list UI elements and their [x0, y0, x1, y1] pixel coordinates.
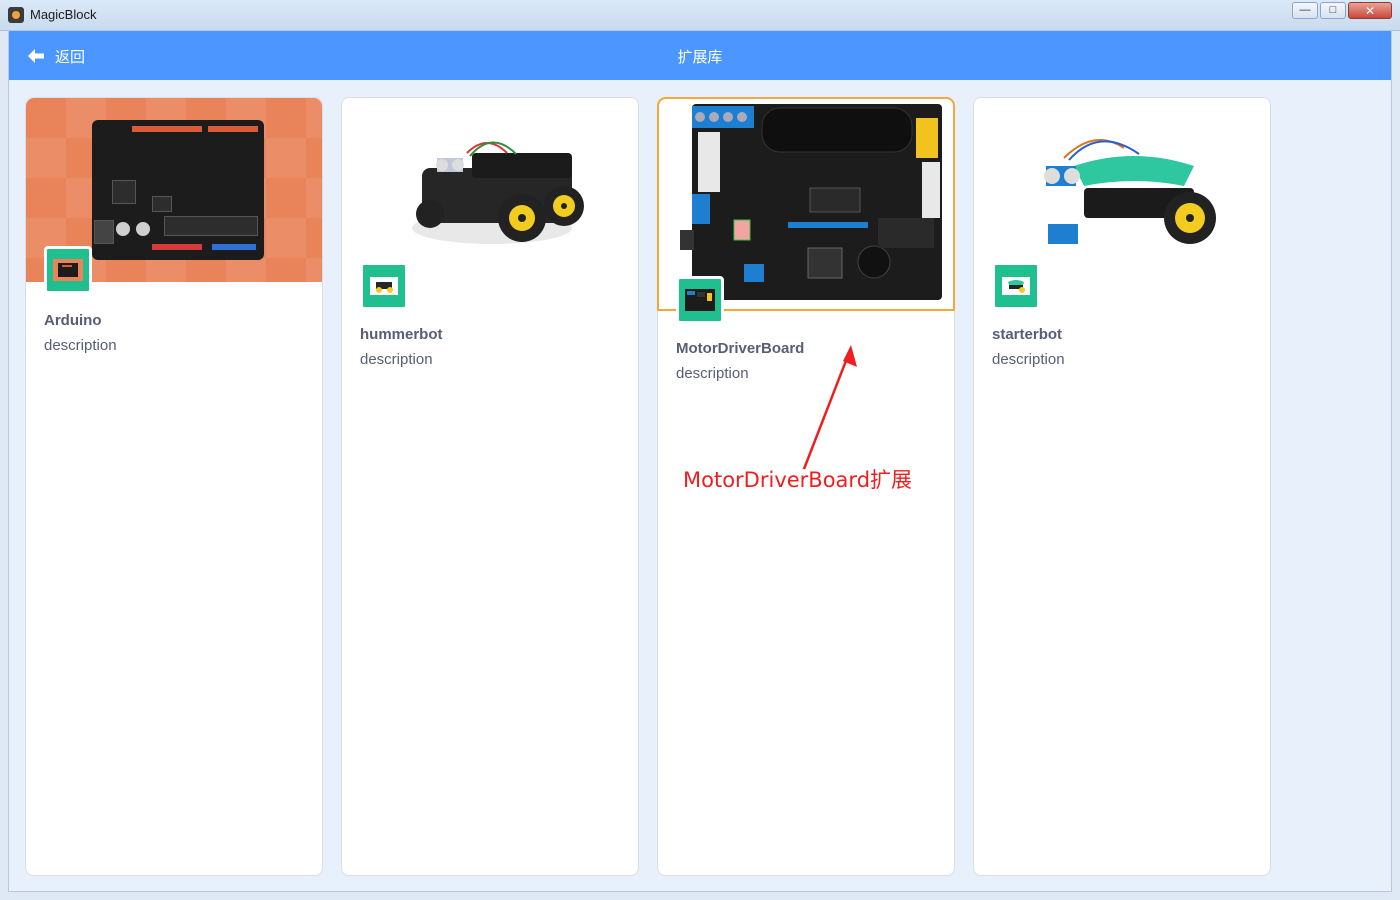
page-title: 扩展库	[677, 49, 723, 66]
minimize-icon: —	[1299, 4, 1311, 16]
starterbot-image	[1044, 139, 1216, 244]
maximize-icon: □	[1329, 4, 1337, 16]
card-title: MotorDriverBoard	[676, 340, 805, 357]
card-description: description	[44, 337, 117, 354]
maximize-button[interactable]: □	[1320, 2, 1346, 19]
window-titlebar: MagicBlock — □ ✕	[0, 0, 1400, 31]
extension-card-arduino[interactable]: Arduino description	[25, 97, 323, 876]
app-logo-icon	[8, 7, 24, 23]
close-button[interactable]: ✕	[1348, 2, 1392, 19]
extension-card-hummerbot[interactable]: hummerbot description	[341, 97, 639, 876]
annotation-label: MotorDriverBoard扩展	[683, 468, 913, 492]
card-title: hummerbot	[360, 326, 443, 343]
motor-driver-board-icon	[676, 276, 724, 324]
minimize-button[interactable]: —	[1292, 2, 1318, 19]
robot-car-icon	[360, 262, 408, 310]
card-description: description	[676, 365, 749, 382]
window-controls: — □ ✕	[1292, 2, 1392, 19]
annotation-arrow-icon	[802, 345, 857, 470]
library-header: 返回 扩展库	[9, 31, 1391, 80]
window-title: MagicBlock	[30, 7, 97, 22]
card-image	[974, 98, 1270, 282]
arduino-board-image	[92, 120, 264, 260]
extension-card-starterbot[interactable]: starterbot description	[973, 97, 1271, 876]
card-image	[342, 98, 638, 282]
hummerbot-image	[412, 141, 584, 244]
app-frame: 返回 扩展库 Arduino description hummerbot des…	[8, 30, 1392, 892]
horizontal-scrollbar[interactable]	[9, 883, 1391, 891]
card-title: Arduino	[44, 312, 102, 329]
card-title: starterbot	[992, 326, 1063, 343]
robot-car-icon	[992, 262, 1040, 310]
card-description: description	[360, 351, 433, 368]
arduino-board-icon	[44, 246, 92, 294]
card-description: description	[992, 351, 1065, 368]
close-icon: ✕	[1364, 3, 1376, 18]
